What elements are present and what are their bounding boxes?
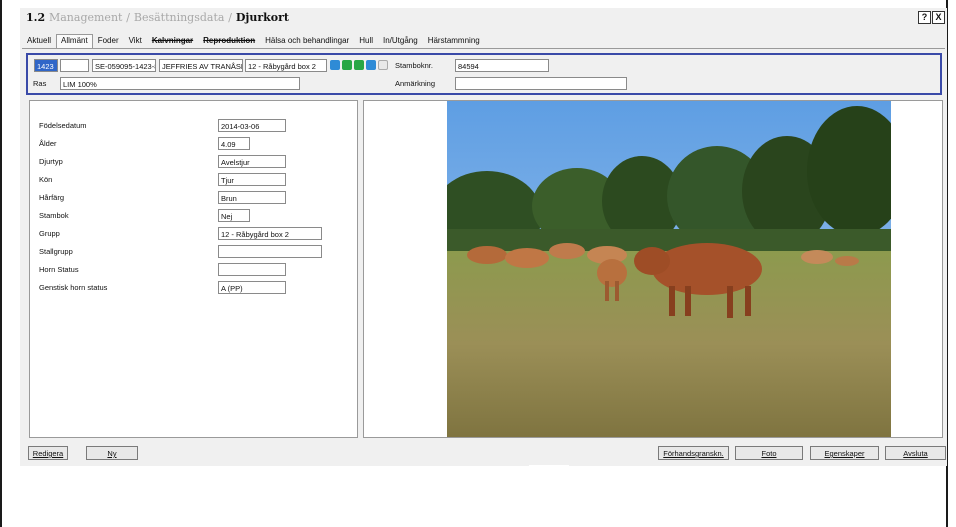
close-icon[interactable]: X <box>932 11 945 24</box>
stall-group-field[interactable] <box>218 245 322 258</box>
animal-type-field[interactable]: Avelstjur <box>218 155 286 168</box>
animal-photo <box>447 101 891 437</box>
tab-kalvningar[interactable]: Kalvningar <box>147 34 198 49</box>
animal-id-field[interactable]: 1423 <box>34 59 58 72</box>
tab-bar: Aktuell Allmänt Foder Vikt Kalvningar Re… <box>22 34 485 48</box>
window-number: 1.2 <box>26 11 46 24</box>
general-info-panel: Födelsedatum 2014-03-06 Ålder 4.09 Djurt… <box>29 100 358 438</box>
window-title: 1.2 Management / Besättningsdata / Djurk… <box>26 11 289 24</box>
window-bottom-tab <box>529 465 569 471</box>
breadcrumb-separator: / <box>228 11 233 24</box>
animal-header: 1423 SE-059095-1423-8 JEFFRIES AV TRANÅS… <box>26 53 942 95</box>
preview-button[interactable]: Förhandsgranskn. <box>658 446 729 460</box>
stambok-number-label: Stamboknr. <box>395 61 433 70</box>
animal-type-label: Djurtyp <box>39 157 63 166</box>
tab-aktuell[interactable]: Aktuell <box>22 34 56 49</box>
animal-id-extra-field[interactable] <box>60 59 89 72</box>
new-button[interactable]: Ny <box>86 446 138 460</box>
tab-in-utgang[interactable]: In/Utgång <box>378 34 423 49</box>
help-icon[interactable]: ? <box>918 11 931 24</box>
birth-date-field[interactable]: 2014-03-06 <box>218 119 286 132</box>
photo-panel <box>363 100 943 438</box>
coat-color-label: Hårfärg <box>39 193 65 202</box>
breadcrumb-management[interactable]: Management <box>49 11 122 24</box>
tab-halsa[interactable]: Hälsa och behandlingar <box>260 34 354 49</box>
page-title: Djurkort <box>235 11 290 24</box>
group-field[interactable]: 12 - Råbygård box 2 <box>245 59 327 72</box>
search-icon[interactable] <box>378 60 388 70</box>
coat-color-field[interactable]: Brun <box>218 191 286 204</box>
tab-harstammning[interactable]: Härstammning <box>423 34 485 49</box>
registration-number-field[interactable]: SE-059095-1423-8 <box>92 59 156 72</box>
stall-group-label: Stallgrupp <box>39 247 73 256</box>
age-label: Ålder <box>39 139 57 148</box>
remark-field[interactable] <box>455 77 627 90</box>
previous-record-icon[interactable] <box>342 60 352 70</box>
sex-label: Kön <box>39 175 53 184</box>
age-field[interactable]: 4.09 <box>218 137 250 150</box>
title-bar: 1.2 Management / Besättningsdata / Djurk… <box>20 8 947 26</box>
tab-foder[interactable]: Foder <box>93 34 124 49</box>
breadcrumb-separator: / <box>126 11 131 24</box>
stambok-number-field[interactable]: 84594 <box>455 59 549 72</box>
next-record-icon[interactable] <box>354 60 364 70</box>
breadcrumb-besattningsdata[interactable]: Besättningsdata <box>134 11 225 24</box>
group-detail-field[interactable]: 12 - Råbygård box 2 <box>218 227 322 240</box>
sex-field[interactable]: Tjur <box>218 173 286 186</box>
horn-status-label: Horn Status <box>39 265 79 274</box>
genetic-horn-status-label: Genstisk horn status <box>39 283 108 292</box>
exit-button[interactable]: Avsluta <box>885 446 946 460</box>
remark-label: Anmärkning <box>395 79 436 88</box>
first-record-icon[interactable] <box>330 60 340 70</box>
tab-reproduktion[interactable]: Reproduktion <box>198 34 260 49</box>
birth-date-label: Födelsedatum <box>39 121 87 130</box>
djurkort-window: 1.2 Management / Besättningsdata / Djurk… <box>20 8 947 466</box>
last-record-icon[interactable] <box>366 60 376 70</box>
properties-button[interactable]: Egenskaper <box>810 446 879 460</box>
tab-vikt[interactable]: Vikt <box>124 34 147 49</box>
animal-name-field[interactable]: JEFFRIES AV TRANÅSL <box>159 59 243 72</box>
stambok-label: Stambok <box>39 211 69 220</box>
stambok-field[interactable]: Nej <box>218 209 250 222</box>
tab-hull[interactable]: Hull <box>354 34 378 49</box>
tab-allmant[interactable]: Allmänt <box>56 34 93 48</box>
breed-label: Ras <box>33 79 47 88</box>
group-label: Grupp <box>39 229 60 238</box>
genetic-horn-status-field[interactable]: A (PP) <box>218 281 286 294</box>
photo-button[interactable]: Foto <box>735 446 803 460</box>
breed-field[interactable]: LIM 100% <box>60 77 300 90</box>
edit-button[interactable]: Redigera <box>28 446 68 460</box>
tab-divider <box>22 48 945 49</box>
horn-status-field[interactable] <box>218 263 286 276</box>
